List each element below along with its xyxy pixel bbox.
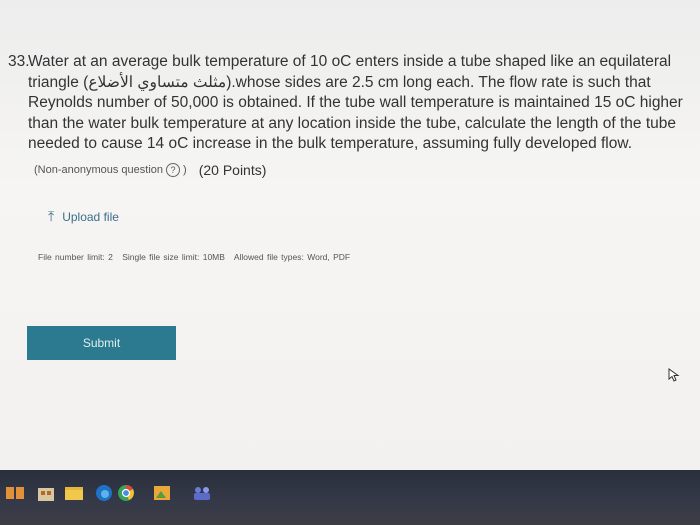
non-anonymous-label: (Non-anonymous question (34, 164, 164, 176)
mouse-cursor-icon (668, 368, 680, 382)
allowed-file-types: Allowed file types: Word, PDF (233, 252, 351, 262)
photos-icon[interactable] (152, 484, 172, 502)
task-view-icon[interactable] (6, 484, 26, 502)
form-page: 33. Water at an average bulk temperature… (0, 0, 700, 470)
submit-button[interactable]: Submit (27, 326, 176, 360)
question-number: 33. (8, 53, 30, 70)
question-block: 33. Water at an average bulk temperature… (8, 52, 698, 155)
upload-arrow-icon: ⤒ (48, 208, 55, 224)
points-label: (20 Points) (198, 162, 267, 178)
edge-icon[interactable] (94, 484, 114, 502)
question-text: Water at an average bulk temperature of … (28, 53, 683, 152)
file-number-limit: File number limit: 2 (38, 252, 113, 262)
upload-limits: File number limit: 2 Single file size li… (38, 252, 356, 262)
paren-close: ) (183, 164, 187, 176)
help-icon[interactable]: ? (166, 163, 181, 177)
upload-file-button[interactable]: ⤒ Upload file (48, 208, 119, 225)
folder-icon[interactable] (64, 484, 84, 502)
file-size-limit: Single file size limit: 10MB (122, 252, 225, 262)
chrome-icon[interactable] (116, 484, 136, 502)
upload-file-label: Upload file (62, 209, 119, 224)
teams-icon[interactable] (192, 484, 212, 502)
question-meta: (Non-anonymous question ? ) (20 Points) (34, 162, 266, 178)
store-icon[interactable] (36, 484, 56, 502)
